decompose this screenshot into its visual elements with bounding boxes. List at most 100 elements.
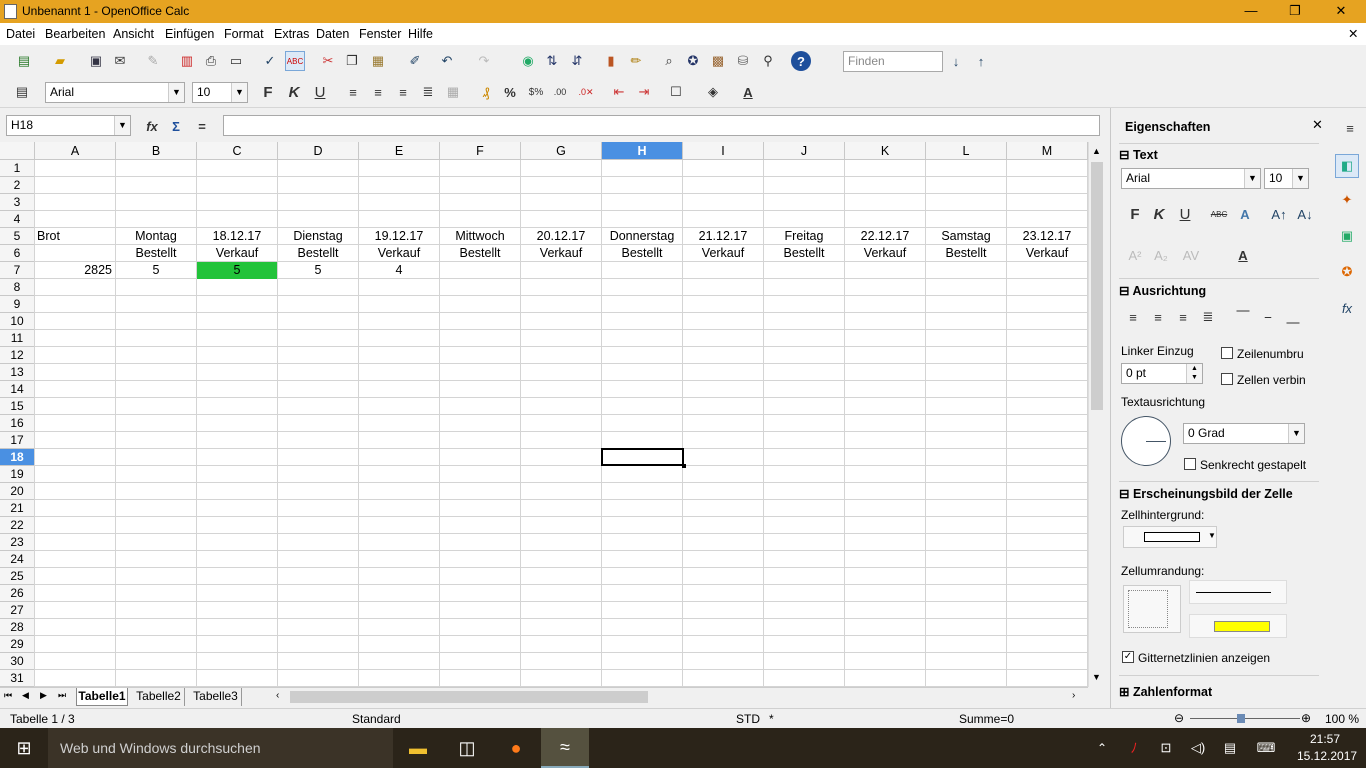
row-header[interactable]: 31: [0, 670, 35, 687]
column-header[interactable]: E: [359, 142, 440, 160]
align-section-header[interactable]: ⊟ Ausrichtung: [1119, 283, 1206, 298]
cell[interactable]: Bestellt: [926, 245, 1006, 262]
sidebar-close-icon[interactable]: ✕: [1312, 117, 1323, 133]
chevron-down-icon[interactable]: ▼: [1244, 169, 1260, 188]
cell[interactable]: 20.12.17: [521, 228, 601, 245]
draw-functions-icon[interactable]: ✏: [626, 51, 646, 71]
row-header[interactable]: 6: [0, 245, 35, 262]
column-header[interactable]: F: [440, 142, 521, 160]
zoom-slider-handle[interactable]: [1237, 714, 1245, 723]
row-header[interactable]: 4: [0, 211, 35, 228]
formula-input[interactable]: [223, 115, 1100, 136]
cell[interactable]: 19.12.17: [359, 228, 439, 245]
row-header[interactable]: 14: [0, 381, 35, 398]
chevron-down-icon[interactable]: ▼: [1208, 531, 1216, 540]
scroll-up-icon[interactable]: ▲: [1092, 146, 1101, 156]
styles-deck-icon[interactable]: ✦: [1337, 190, 1357, 210]
increase-indent-icon[interactable]: ⇥: [634, 82, 654, 102]
close-document-icon[interactable]: ✕: [1348, 26, 1358, 41]
menu-fenster[interactable]: Fenster: [359, 27, 401, 41]
keyboard-icon[interactable]: ⌨: [1252, 728, 1280, 768]
find-input[interactable]: Finden: [843, 51, 943, 72]
background-color-picker[interactable]: ▼: [1123, 526, 1217, 548]
notifications-icon[interactable]: ▤: [1218, 728, 1242, 768]
gallery-icon[interactable]: ▩: [708, 51, 728, 71]
cell[interactable]: Montag: [116, 228, 196, 245]
column-header[interactable]: M: [1007, 142, 1088, 160]
menu-ansicht[interactable]: Ansicht: [113, 27, 154, 41]
close-button[interactable]: ✕: [1318, 0, 1364, 23]
row-header[interactable]: 24: [0, 551, 35, 568]
row-header[interactable]: 15: [0, 398, 35, 415]
column-header[interactable]: G: [521, 142, 602, 160]
cell[interactable]: Verkauf: [197, 245, 277, 262]
row-header[interactable]: 20: [0, 483, 35, 500]
cell[interactable]: Verkauf: [1007, 245, 1087, 262]
column-header[interactable]: K: [845, 142, 926, 160]
cell[interactable]: 22.12.17: [845, 228, 925, 245]
cell[interactable]: 5: [197, 262, 277, 279]
sidebar-justify-icon[interactable]: ≣: [1198, 307, 1218, 327]
row-header[interactable]: 26: [0, 585, 35, 602]
page-style[interactable]: Standard: [352, 712, 401, 726]
menu-format[interactable]: Format: [224, 27, 264, 41]
column-header[interactable]: H: [602, 142, 683, 160]
orientation-combo[interactable]: 0 Grad ▼: [1183, 423, 1305, 444]
cell[interactable]: Samstag: [926, 228, 1006, 245]
superscript-icon[interactable]: A²: [1125, 245, 1145, 265]
text-section-header[interactable]: ⊟ Text: [1119, 147, 1158, 162]
orientation-dial[interactable]: [1121, 416, 1171, 466]
sidebar-align-left-icon[interactable]: ≡: [1123, 307, 1143, 327]
align-top-icon[interactable]: ⎺: [1233, 307, 1253, 327]
row-header[interactable]: 8: [0, 279, 35, 296]
row-header[interactable]: 13: [0, 364, 35, 381]
clock-date[interactable]: 15.12.2017: [1297, 749, 1357, 763]
find-previous-icon[interactable]: ↑: [971, 51, 991, 71]
menu-bearbeiten[interactable]: Bearbeiten: [45, 27, 105, 41]
column-header[interactable]: J: [764, 142, 845, 160]
zoom-in-icon[interactable]: ⊕: [1301, 711, 1311, 725]
show-hidden-icons-icon[interactable]: ⌃: [1090, 728, 1114, 768]
row-header[interactable]: 16: [0, 415, 35, 432]
cell[interactable]: 21.12.17: [683, 228, 763, 245]
cell[interactable]: 23.12.17: [1007, 228, 1087, 245]
row-header[interactable]: 21: [0, 500, 35, 517]
row-header[interactable]: 25: [0, 568, 35, 585]
row-header[interactable]: 29: [0, 636, 35, 653]
merge-cells-icon[interactable]: ▦: [443, 82, 463, 102]
navigator-icon[interactable]: ✪: [683, 51, 703, 71]
sidebar-bold-icon[interactable]: F: [1125, 204, 1145, 224]
numformat-section-header[interactable]: ⊞ Zahlenformat: [1119, 684, 1212, 699]
zoom-level[interactable]: 100 %: [1325, 712, 1359, 726]
new-document-icon[interactable]: ▤: [14, 51, 34, 71]
cell[interactable]: Bestellt: [116, 245, 196, 262]
cell[interactable]: Bestellt: [278, 245, 358, 262]
menu-daten[interactable]: Daten: [316, 27, 349, 41]
add-decimal-icon[interactable]: .00: [550, 82, 570, 102]
row-header[interactable]: 19: [0, 466, 35, 483]
line-style-picker[interactable]: [1189, 580, 1287, 604]
spin-arrows-icon[interactable]: ▲ ▼: [1186, 364, 1202, 383]
sort-descending-icon[interactable]: ⇵: [567, 51, 587, 71]
row-header[interactable]: 2: [0, 177, 35, 194]
pdf-export-icon[interactable]: ▥: [177, 51, 197, 71]
indent-spinbox[interactable]: 0 pt ▲ ▼: [1121, 363, 1203, 384]
increase-font-icon[interactable]: A↑: [1269, 204, 1289, 224]
justify-icon[interactable]: ≣: [418, 82, 438, 102]
minimize-button[interactable]: —: [1228, 0, 1274, 23]
zoom-icon[interactable]: ⚲: [758, 51, 778, 71]
font-size-combo[interactable]: 10 ▼: [192, 82, 248, 103]
open-folder-icon[interactable]: ▰: [50, 51, 70, 71]
chart-icon[interactable]: ▮: [601, 51, 621, 71]
cell[interactable]: 18.12.17: [197, 228, 277, 245]
row-header[interactable]: 11: [0, 330, 35, 347]
shadow-icon[interactable]: A: [1235, 204, 1255, 224]
clock-time[interactable]: 21:57: [1310, 732, 1340, 746]
cell[interactable]: Dienstag: [278, 228, 358, 245]
zoom-out-icon[interactable]: ⊖: [1174, 711, 1184, 725]
paste-icon[interactable]: ▦: [368, 51, 388, 71]
scroll-left-icon[interactable]: ‹: [276, 690, 279, 701]
chevron-down-icon[interactable]: ▼: [114, 116, 130, 135]
openoffice-taskbar-icon[interactable]: ≈: [541, 728, 589, 768]
scroll-right-icon[interactable]: ›: [1072, 690, 1075, 701]
